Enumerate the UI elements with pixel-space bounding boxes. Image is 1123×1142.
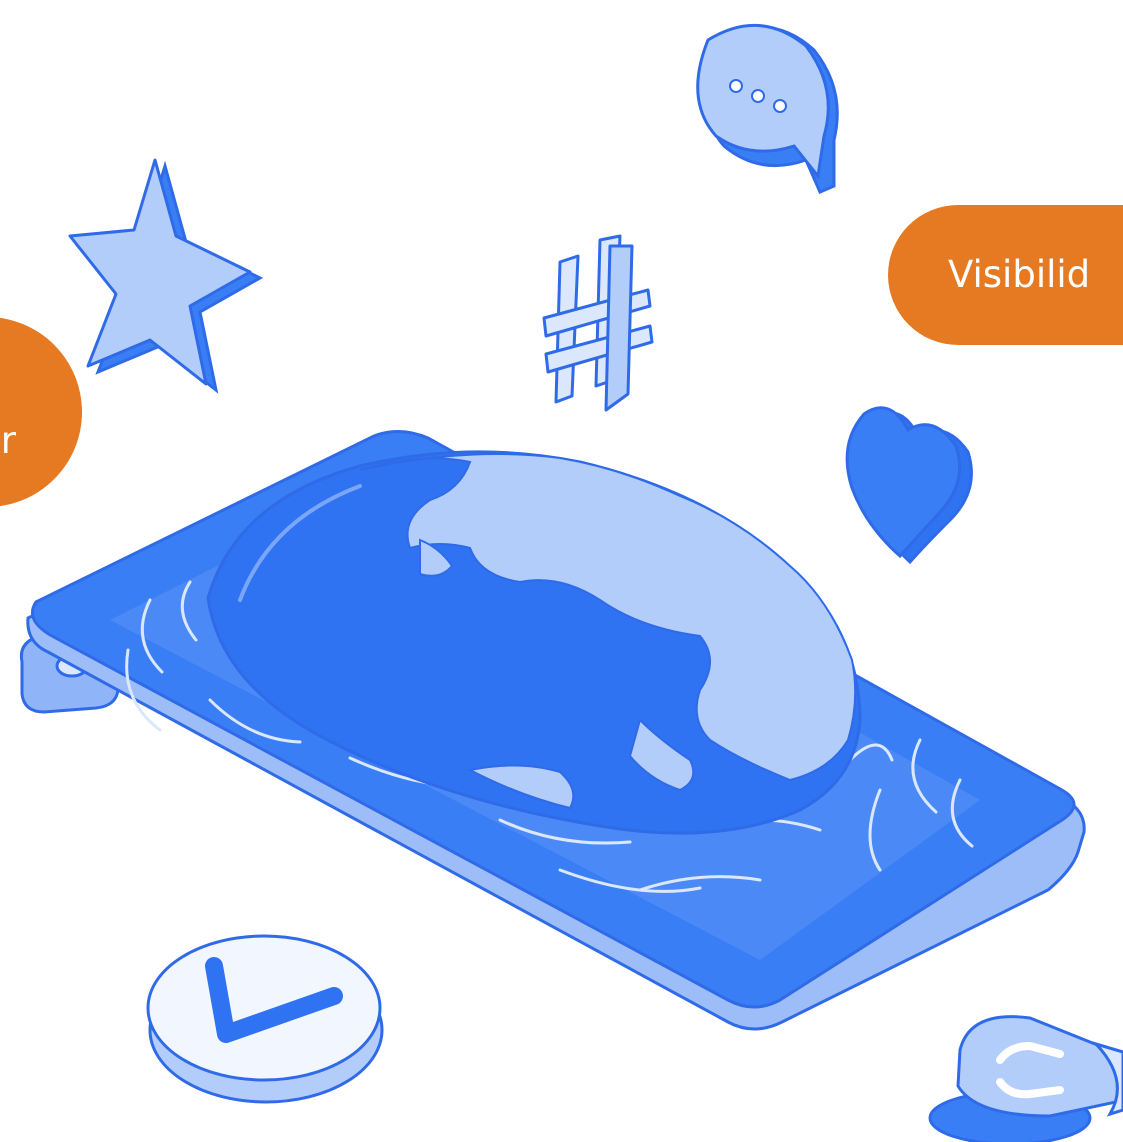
visibility-callout: Visibilid <box>888 205 1123 345</box>
checkmark-icon <box>146 934 384 1104</box>
heart-icon <box>845 406 973 565</box>
hashtag-icon <box>542 234 654 412</box>
speech-bubble-icon <box>696 23 839 194</box>
star-icon <box>68 158 264 394</box>
globe-phone-illustration <box>19 23 1123 1142</box>
left-callout-label: r <box>0 419 16 462</box>
illustration-stage: Visibilid r <box>0 0 1123 1142</box>
lightbulb-icon <box>928 1015 1123 1142</box>
visibility-callout-label: Visibilid <box>948 253 1091 296</box>
